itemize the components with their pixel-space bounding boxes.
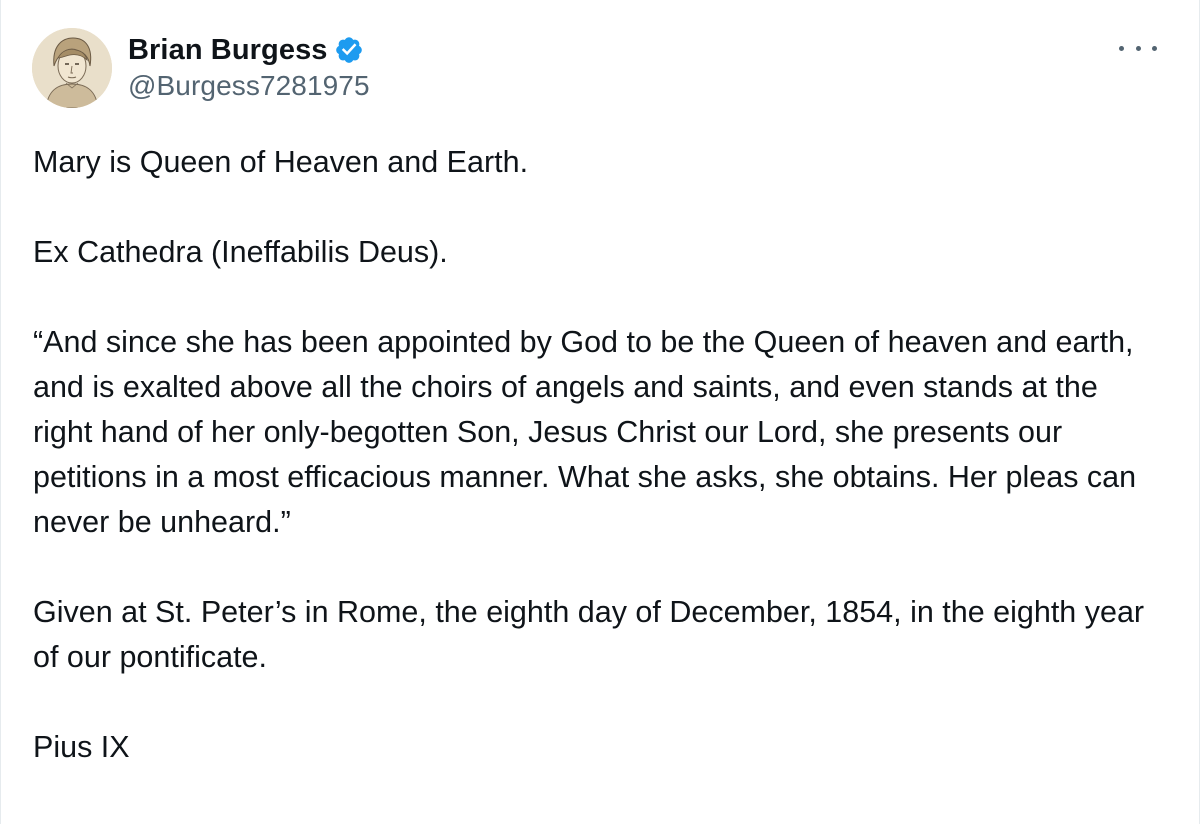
post-paragraph: Mary is Queen of Heaven and Earth. [33,145,529,179]
post-paragraph: “And since she has been appointed by God… [33,325,1137,539]
author-identity: Brian Burgess @Burgess7281975 [128,30,370,102]
verified-badge-icon[interactable] [334,35,364,65]
post-card: Brian Burgess @Burgess7281975 Mary is Qu… [0,0,1200,824]
post-header: Brian Burgess @Burgess7281975 [32,28,370,108]
more-options-icon[interactable] [1119,36,1157,60]
author-handle[interactable]: @Burgess7281975 [128,70,370,102]
author-display-name[interactable]: Brian Burgess [128,34,328,67]
post-paragraph: Given at St. Peter’s in Rome, the eighth… [33,595,1145,674]
more-dot [1152,45,1157,51]
avatar[interactable] [32,28,112,108]
sketched-portrait-avatar-icon [32,28,112,108]
post-paragraph: Ex Cathedra (Ineffabilis Deus). [33,235,448,269]
post-paragraph: Pius IX [33,730,130,764]
name-row: Brian Burgess [128,30,370,70]
post-text: Mary is Queen of Heaven and Earth. Ex Ca… [33,140,1153,770]
more-dot [1135,45,1141,51]
more-dot [1119,45,1124,51]
